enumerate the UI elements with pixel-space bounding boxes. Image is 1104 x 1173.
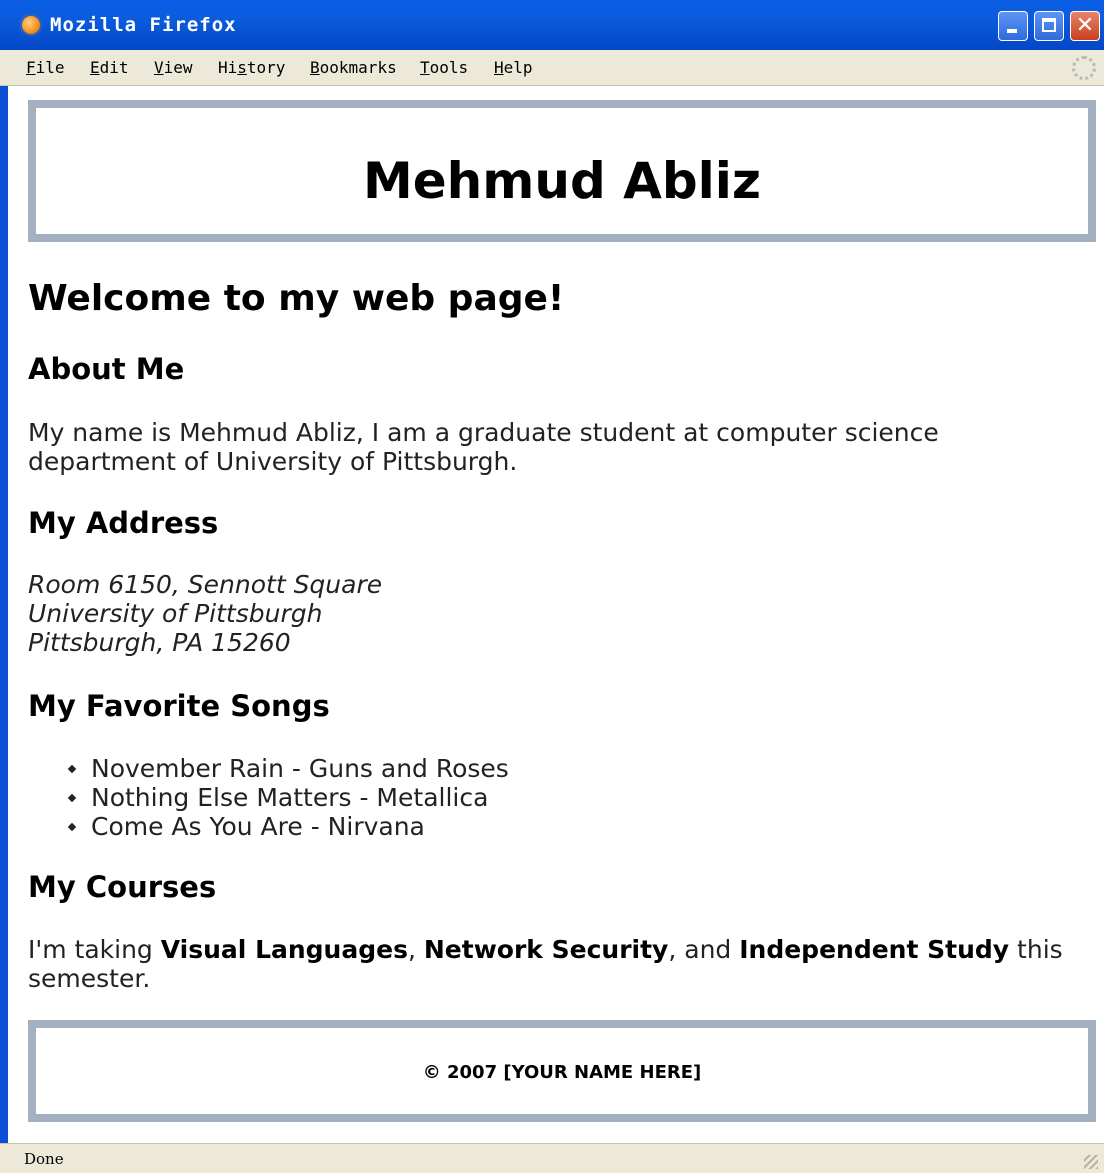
courses-heading: My Courses bbox=[28, 870, 217, 904]
page-title: Mehmud Abliz bbox=[362, 152, 762, 210]
bullet-icon bbox=[67, 793, 77, 803]
address-heading: My Address bbox=[28, 506, 219, 540]
firefox-logo-icon bbox=[20, 14, 42, 36]
list-item: Nothing Else Matters - Metallica bbox=[66, 783, 509, 812]
throbber-icon bbox=[1072, 56, 1096, 80]
course-name: Visual Languages bbox=[160, 935, 408, 964]
browser-window: Mozilla Firefox ✕ File Edit View History… bbox=[0, 0, 1104, 1173]
menu-bar: File Edit View History Bookmarks Tools H… bbox=[0, 50, 1104, 86]
address-block: Room 6150, Sennott Square University of … bbox=[28, 570, 382, 657]
address-line-1: Room 6150, Sennott Square bbox=[28, 570, 383, 599]
header-box: Mehmud Abliz bbox=[28, 100, 1096, 242]
about-text: My name is Mehmud Abliz, I am a graduate… bbox=[28, 418, 939, 476]
close-button[interactable]: ✕ bbox=[1070, 11, 1100, 41]
menu-history[interactable]: History bbox=[218, 58, 285, 77]
about-heading: About Me bbox=[28, 352, 185, 386]
courses-text: I'm taking Visual Languages, Network Sec… bbox=[28, 935, 1063, 993]
menu-help[interactable]: Help bbox=[494, 58, 533, 77]
menu-view[interactable]: View bbox=[154, 58, 193, 77]
minimize-icon bbox=[1007, 29, 1017, 33]
resize-grip-icon[interactable] bbox=[1084, 1155, 1098, 1169]
menu-tools[interactable]: Tools bbox=[420, 58, 468, 77]
minimize-button[interactable] bbox=[998, 11, 1028, 41]
menu-bookmarks[interactable]: Bookmarks bbox=[310, 58, 397, 77]
menu-edit[interactable]: Edit bbox=[90, 58, 129, 77]
maximize-button[interactable] bbox=[1034, 11, 1064, 41]
page-content[interactable]: Mehmud Abliz Welcome to my web page! Abo… bbox=[8, 86, 1104, 1143]
menu-file[interactable]: File bbox=[26, 58, 65, 77]
songs-heading: My Favorite Songs bbox=[28, 689, 330, 723]
bullet-icon bbox=[67, 822, 77, 832]
address-line-3: Pittsburgh, PA 15260 bbox=[28, 628, 291, 657]
bullet-icon bbox=[67, 764, 77, 774]
status-bar: Done bbox=[0, 1143, 1104, 1173]
window-title: Mozilla Firefox bbox=[50, 14, 237, 36]
status-text: Done bbox=[24, 1150, 64, 1168]
copyright-text: © 2007 [YOUR NAME HERE] bbox=[422, 1062, 702, 1083]
footer-box: © 2007 [YOUR NAME HERE] bbox=[28, 1020, 1096, 1122]
list-item: November Rain - Guns and Roses bbox=[66, 754, 509, 783]
songs-list: November Rain - Guns and Roses Nothing E… bbox=[66, 754, 509, 841]
maximize-icon bbox=[1042, 18, 1056, 32]
window-border bbox=[0, 86, 8, 1143]
list-item: Come As You Are - Nirvana bbox=[66, 812, 509, 841]
course-name: Independent Study bbox=[739, 935, 1010, 964]
welcome-heading: Welcome to my web page! bbox=[28, 278, 565, 319]
address-line-2: University of Pittsburgh bbox=[28, 599, 323, 628]
title-bar[interactable]: Mozilla Firefox ✕ bbox=[0, 0, 1104, 50]
course-name: Network Security bbox=[423, 935, 669, 964]
close-icon: ✕ bbox=[1075, 13, 1095, 38]
